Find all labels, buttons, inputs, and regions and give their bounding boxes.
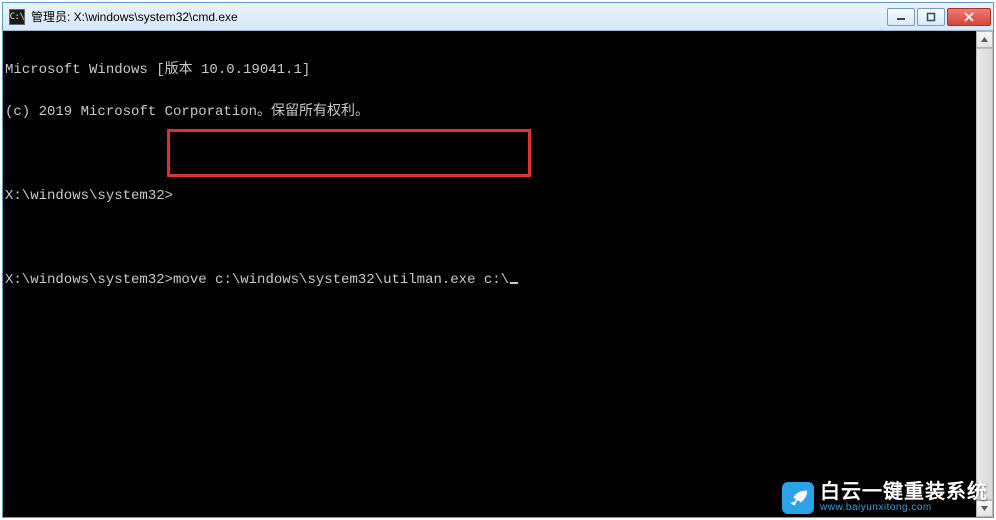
vertical-scrollbar[interactable] xyxy=(976,31,993,517)
cmd-window: C:\ 管理员: X:\windows\system32\cmd.exe Mic… xyxy=(2,2,994,518)
term-line xyxy=(5,147,974,161)
minimize-button[interactable] xyxy=(887,8,915,26)
prompt: X:\windows\system32> xyxy=(5,272,173,288)
maximize-button[interactable] xyxy=(917,8,945,26)
command-input: move c:\windows\system32\utilman.exe c:\ xyxy=(173,272,509,288)
term-prompt: X:\windows\system32>move c:\windows\syst… xyxy=(5,273,974,287)
term-line: (c) 2019 Microsoft Corporation。保留所有权利。 xyxy=(5,105,974,119)
window-title: 管理员: X:\windows\system32\cmd.exe xyxy=(31,8,887,25)
cursor xyxy=(510,282,518,284)
client-area: Microsoft Windows [版本 10.0.19041.1] (c) … xyxy=(3,31,993,517)
titlebar[interactable]: C:\ 管理员: X:\windows\system32\cmd.exe xyxy=(3,3,993,31)
close-button[interactable] xyxy=(947,8,991,26)
prompt: X:\windows\system32> xyxy=(5,188,173,204)
term-line xyxy=(5,231,974,245)
cmd-icon: C:\ xyxy=(9,9,25,25)
terminal[interactable]: Microsoft Windows [版本 10.0.19041.1] (c) … xyxy=(3,31,976,517)
scroll-thumb[interactable] xyxy=(976,48,993,500)
term-prompt: X:\windows\system32> xyxy=(5,189,974,203)
scroll-down-button[interactable] xyxy=(976,500,993,517)
term-line: Microsoft Windows [版本 10.0.19041.1] xyxy=(5,63,974,77)
scroll-up-button[interactable] xyxy=(976,31,993,48)
window-buttons xyxy=(887,8,991,26)
scroll-track[interactable] xyxy=(976,48,993,500)
